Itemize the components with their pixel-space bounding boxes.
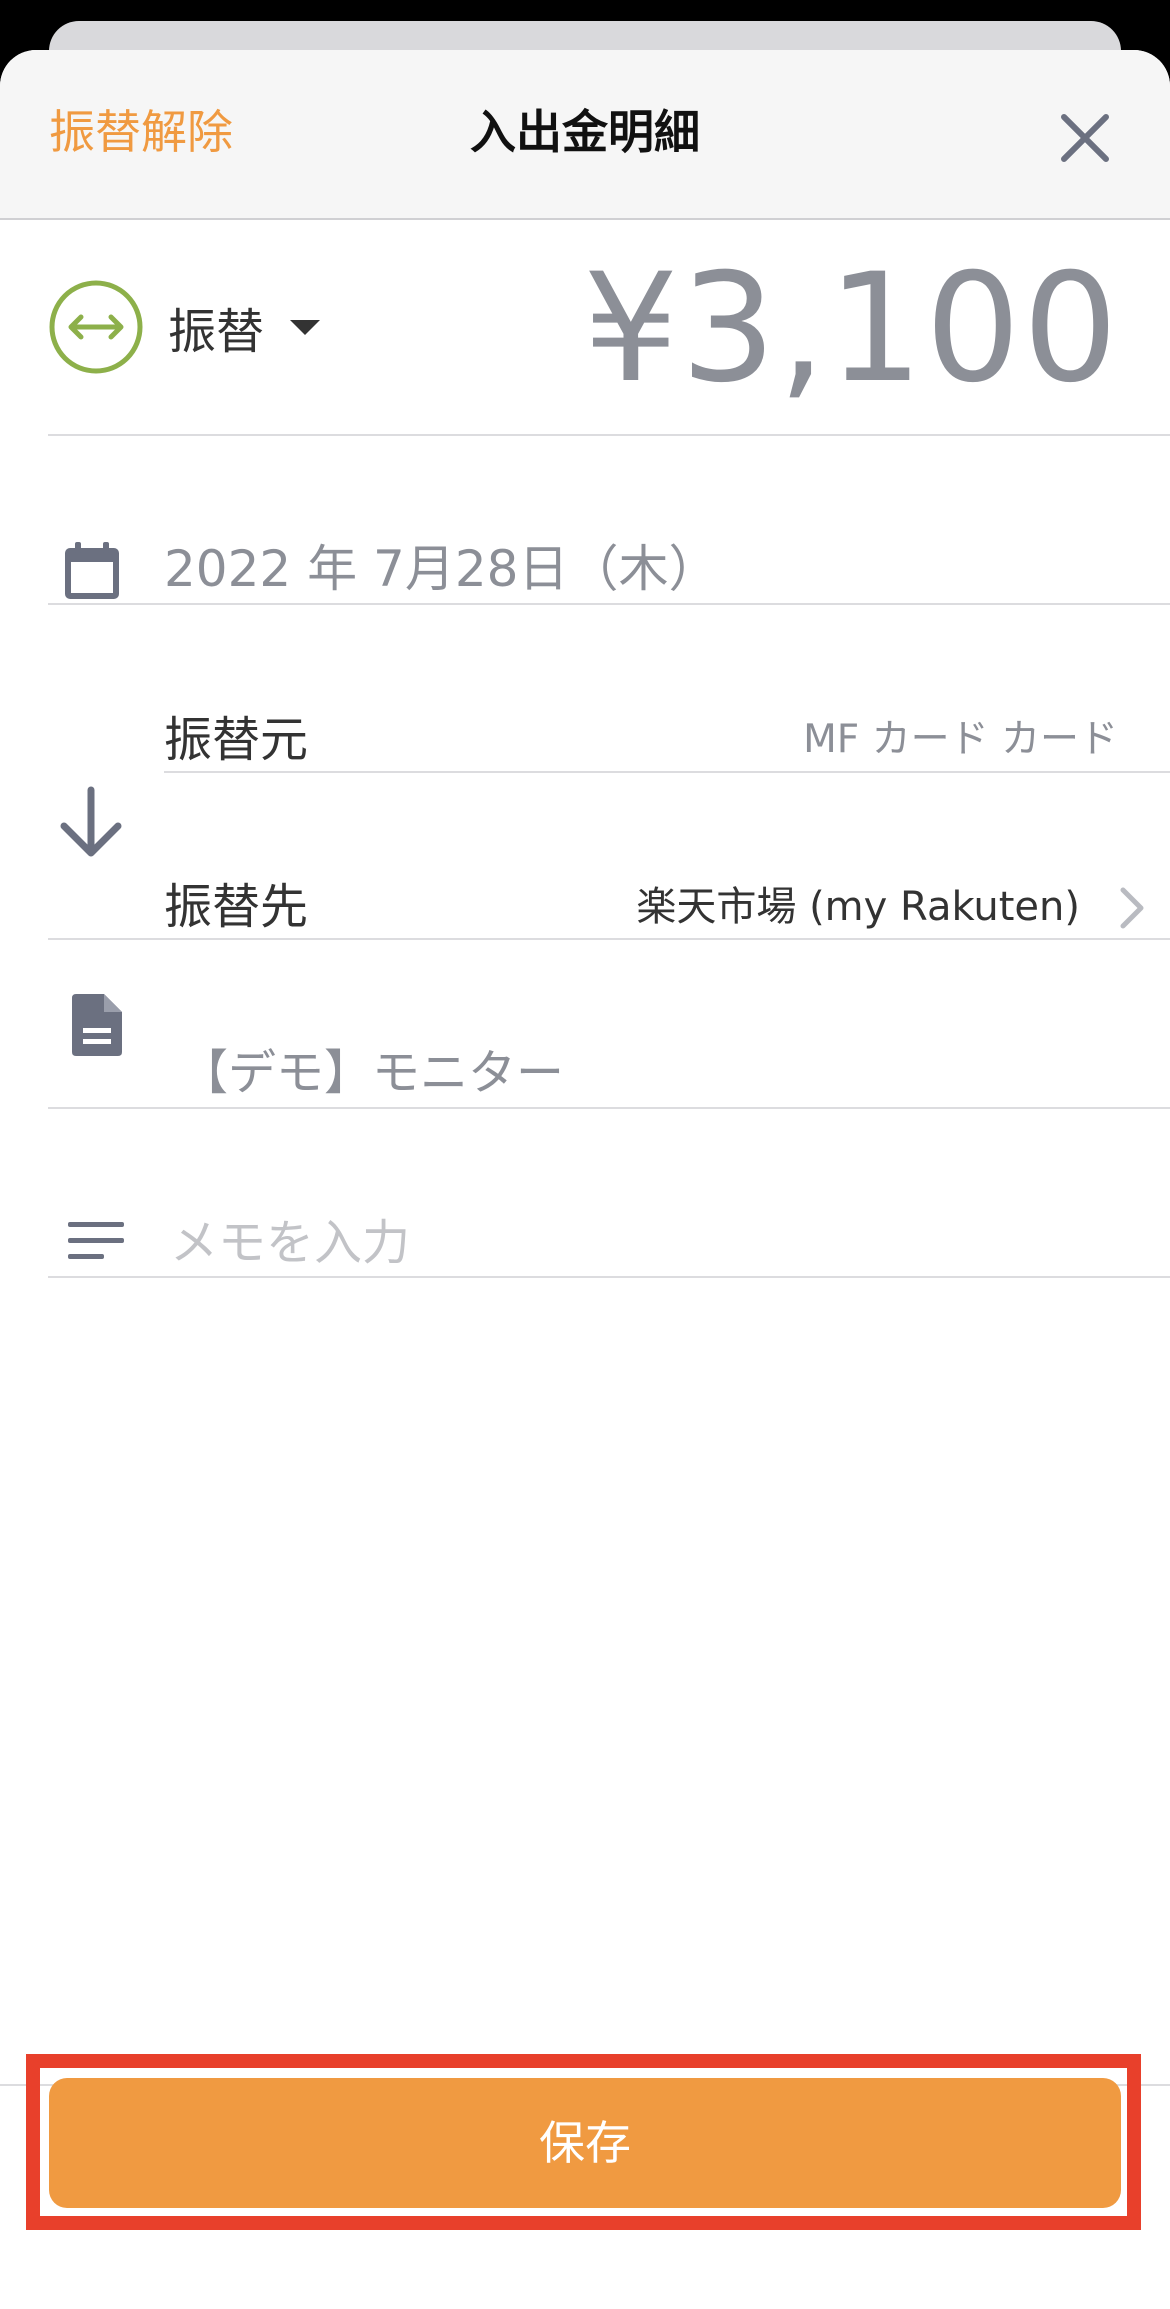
divider bbox=[164, 771, 1170, 773]
transaction-type-select[interactable]: 振替 bbox=[168, 290, 321, 364]
transfer-to-label: 振替先 bbox=[164, 879, 309, 935]
content-field[interactable]: 【デモ】モニター bbox=[180, 1038, 564, 1108]
arrow-down-icon bbox=[60, 786, 122, 857]
document-icon bbox=[72, 994, 122, 1056]
divider bbox=[48, 434, 1170, 436]
page-title: 入出金明細 bbox=[470, 105, 700, 159]
notes-icon bbox=[68, 1222, 124, 1259]
divider bbox=[48, 1276, 1170, 1278]
sheet-header: 振替解除 入出金明細 bbox=[0, 50, 1170, 220]
divider bbox=[48, 1107, 1170, 1109]
divider bbox=[48, 603, 1170, 605]
divider bbox=[48, 938, 1170, 940]
calendar-icon bbox=[65, 542, 119, 599]
memo-input[interactable] bbox=[170, 1202, 1130, 1284]
close-button[interactable] bbox=[1052, 105, 1118, 171]
date-field[interactable]: 2022 年 7月28日（木） bbox=[164, 534, 718, 604]
caret-down-icon bbox=[290, 319, 321, 335]
transfer-icon bbox=[49, 280, 143, 374]
amount-display[interactable]: ¥3,100 bbox=[583, 244, 1120, 414]
save-button[interactable]: 保存 bbox=[49, 2078, 1121, 2208]
transfer-from-label: 振替元 bbox=[164, 712, 309, 768]
transfer-to-value: 楽天市場 (my Rakuten) bbox=[636, 884, 1080, 930]
chevron-right-icon bbox=[1120, 887, 1144, 929]
transaction-detail-sheet: 振替解除 入出金明細 振替 ¥3,100 2022 年 7月28日（木） 振替元… bbox=[0, 50, 1170, 2309]
transaction-type-label: 振替 bbox=[168, 304, 265, 360]
transfer-from-value: MF カード カード bbox=[803, 717, 1118, 762]
close-icon bbox=[1061, 114, 1109, 162]
